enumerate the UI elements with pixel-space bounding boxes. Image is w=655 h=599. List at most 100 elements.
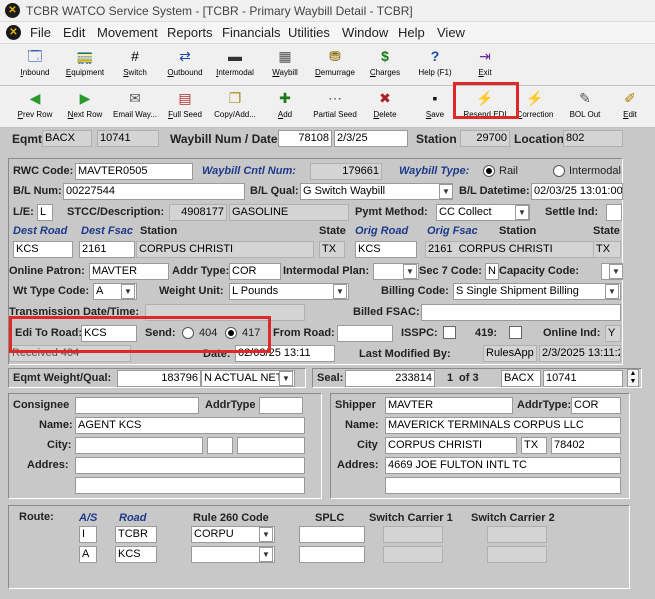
window-title: TCBR WATCO Service System - [TCBR - Prim… xyxy=(26,4,413,18)
isspc-checkbox[interactable] xyxy=(443,326,456,339)
online-patron-field[interactable]: MAVTER xyxy=(89,263,169,280)
route-road-field-1[interactable]: TCBR xyxy=(115,526,157,543)
online-ind-field[interactable]: Y xyxy=(605,325,621,342)
route-switch-carrier-2-field-1[interactable] xyxy=(487,526,547,543)
orig-road-field[interactable]: KCS xyxy=(355,241,417,258)
orig-state-field[interactable]: TX xyxy=(593,241,621,258)
sec7-code-field[interactable]: N xyxy=(485,263,499,280)
spinner-down-icon[interactable]: ▼ xyxy=(628,378,638,386)
chevron-down-icon[interactable]: ▼ xyxy=(439,184,453,199)
chevron-down-icon[interactable]: ▼ xyxy=(403,264,417,279)
chevron-down-icon[interactable]: ▼ xyxy=(333,284,347,299)
waybill-cntl-field[interactable]: 179661 xyxy=(310,163,382,180)
consignee-zip-field[interactable] xyxy=(237,437,305,454)
billing-code-select[interactable]: S Single Shipment Billing xyxy=(453,283,621,300)
waybill-date-field[interactable]: 2/3/25 xyxy=(334,130,408,147)
menu-reports[interactable]: Reports xyxy=(167,25,213,40)
seal-spinner[interactable]: ▲ ▼ xyxy=(627,369,639,387)
route-road-field-2[interactable]: KCS xyxy=(115,546,157,563)
route-splc-field-1[interactable] xyxy=(299,526,365,543)
rwc-code-field[interactable]: MAVTER0505 xyxy=(75,163,193,180)
billed-fsac-field[interactable] xyxy=(421,304,621,321)
edit-icon: ✐ xyxy=(624,90,636,106)
dest-road-field[interactable]: KCS xyxy=(13,241,73,258)
eqmt-number-field[interactable]: 10741 xyxy=(97,130,159,147)
route-as-field-2[interactable]: A xyxy=(79,546,97,563)
intermodal-plan-label: Intermodal Plan: xyxy=(283,265,370,277)
station-number-field[interactable]: 29700 xyxy=(460,130,510,147)
eqmt-weight-panel: Eqmt Weight/Qual: 183796 N ACTUAL NET ▼ xyxy=(8,368,306,388)
edit-button[interactable]: ✐ Edit xyxy=(606,88,654,126)
shipper-addr-type-field[interactable]: COR xyxy=(571,397,621,414)
shipper-state-field[interactable]: TX xyxy=(521,437,547,454)
menu-movement[interactable]: Movement xyxy=(97,25,158,40)
chevron-down-icon[interactable]: ▼ xyxy=(605,284,619,299)
dest-state-field[interactable]: TX xyxy=(319,241,345,258)
stcc-code-field[interactable]: 4908177 xyxy=(169,204,227,221)
r419-checkbox[interactable] xyxy=(509,326,522,339)
consignee-address-label: Addres: xyxy=(27,459,69,471)
consignee-address-field-2[interactable] xyxy=(75,477,305,494)
consignee-city-label: City: xyxy=(47,439,72,451)
consignee-city-field[interactable] xyxy=(75,437,203,454)
consignee-state-field[interactable] xyxy=(207,437,233,454)
menu-file[interactable]: File xyxy=(30,25,51,40)
chevron-down-icon[interactable]: ▼ xyxy=(259,527,273,542)
shipper-address-field-1[interactable]: 4669 JOE FULTON INTL TC xyxy=(385,457,621,474)
eqmt-initial-field[interactable]: BACX xyxy=(42,130,92,147)
location-field[interactable]: 802 xyxy=(563,130,623,147)
seal-field[interactable]: 233814 xyxy=(345,370,435,387)
addr-type-field[interactable]: COR xyxy=(229,263,281,280)
consignee-addr-type-field[interactable] xyxy=(259,397,303,414)
menu-edit[interactable]: Edit xyxy=(63,25,85,40)
menu-financials[interactable]: Financials xyxy=(222,25,281,40)
settle-ind-field[interactable] xyxy=(606,204,622,221)
route-as-field-1[interactable]: I xyxy=(79,526,97,543)
shipper-address-field-2[interactable] xyxy=(385,477,621,494)
consignee-address-field-1[interactable] xyxy=(75,457,305,474)
consignee-field[interactable] xyxy=(75,397,199,414)
bl-datetime-field[interactable]: 02/03/25 13:01:00 xyxy=(531,183,623,200)
exit-button[interactable]: ⇥ Exit xyxy=(456,46,514,84)
route-splc-field-2[interactable] xyxy=(299,546,365,563)
chevron-down-icon[interactable]: ▼ xyxy=(515,205,529,220)
shipper-city-field[interactable]: CORPUS CHRISTI xyxy=(385,437,517,454)
bl-qual-select[interactable]: G Switch Waybill xyxy=(300,183,453,200)
last-modified-by-field[interactable]: RulesApp xyxy=(483,345,537,362)
from-road-field[interactable] xyxy=(337,325,393,342)
route-switch-carrier-2-field-2[interactable] xyxy=(487,546,547,563)
spinner-up-icon[interactable]: ▲ xyxy=(628,370,638,378)
route-switch-carrier-1-field-2[interactable] xyxy=(383,546,443,563)
menu-help[interactable]: Help xyxy=(398,25,425,40)
online-ind-label: Online Ind: xyxy=(543,327,601,339)
le-field[interactable]: L xyxy=(37,204,53,221)
dest-fsac-field[interactable]: 2161 xyxy=(79,241,135,258)
bl-num-field[interactable]: 00227544 xyxy=(63,183,245,200)
shipper-name-field[interactable]: MAVERICK TERMINALS CORPUS LLC xyxy=(385,417,621,434)
last-modified-date-field[interactable]: 2/3/2025 13:11:23 xyxy=(539,345,621,362)
menu-window[interactable]: Window xyxy=(342,25,388,40)
chevron-down-icon[interactable]: ▼ xyxy=(609,264,623,279)
chevron-down-icon[interactable]: ▼ xyxy=(259,547,273,562)
shipper-zip-field[interactable]: 78402 xyxy=(551,437,621,454)
dest-station-field[interactable]: CORPUS CHRISTI xyxy=(136,241,314,258)
shipper-field[interactable]: MAVTER xyxy=(385,397,513,414)
waybill-type-rail-radio[interactable] xyxy=(483,165,495,177)
weight-unit-select[interactable]: L Pounds xyxy=(229,283,349,300)
menu-view[interactable]: View xyxy=(437,25,465,40)
eqmt-weight-field[interactable]: 183796 xyxy=(117,370,201,387)
seal-initial-field[interactable]: BACX xyxy=(501,370,541,387)
sec7-code-label: Sec 7 Code: xyxy=(419,265,482,277)
chevron-down-icon[interactable]: ▼ xyxy=(121,284,135,299)
orig-fsac-station-field[interactable]: 2161 CORPUS CHRISTI xyxy=(425,241,595,258)
shipper-label: Shipper xyxy=(335,399,376,411)
system-menu-icon[interactable]: ✕ xyxy=(6,25,21,40)
route-switch-carrier-1-field-1[interactable] xyxy=(383,526,443,543)
chevron-down-icon[interactable]: ▼ xyxy=(279,371,293,386)
waybill-number-field[interactable]: 78108 xyxy=(278,130,332,147)
seal-number-field[interactable]: 10741 xyxy=(543,370,623,387)
consignee-name-field[interactable]: AGENT KCS xyxy=(75,417,305,434)
stcc-description-field[interactable]: GASOLINE xyxy=(229,204,349,221)
waybill-type-intermodal-radio[interactable] xyxy=(553,165,565,177)
menu-utilities[interactable]: Utilities xyxy=(288,25,330,40)
